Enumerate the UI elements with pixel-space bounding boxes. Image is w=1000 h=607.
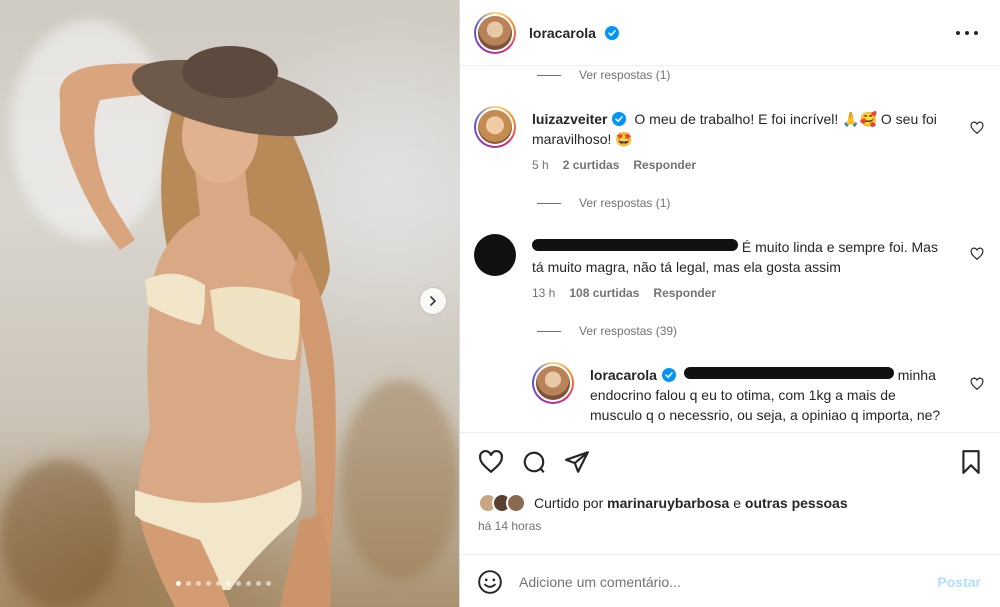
carousel-dot [196,581,201,586]
add-comment-bar: Postar [460,554,1000,607]
liked-by: Curtido por marinaruybarbosa e outras pe… [478,493,848,513]
view-replies-button[interactable]: Ver respostas (1) [537,68,670,82]
post-photo[interactable] [0,0,459,607]
comments-list[interactable]: Ver respostas (1) luizazveiter O meu de … [460,66,1000,432]
liked-by-user[interactable]: marinaruybarbosa [607,495,729,511]
comment-text: luizazveiter O meu de trabalho! E foi in… [532,109,946,149]
comment-time: 13 h [532,286,556,300]
commenter-avatar[interactable] [474,106,516,148]
commenter-avatar[interactable] [474,234,516,276]
reply-item: loracarola minha endocrino falou q eu to… [532,362,986,432]
heart-icon[interactable] [970,247,984,261]
comment-likes[interactable]: 2 curtidas [563,158,620,172]
post-timestamp[interactable]: há 14 horas [478,519,541,533]
carousel-dot [226,581,231,586]
carousel-dot [236,581,241,586]
reply-button[interactable]: Responder [653,286,716,300]
commenter-username[interactable]: loracarola [590,367,676,383]
view-replies-button[interactable]: Ver respostas (1) [537,196,670,210]
author-avatar[interactable] [474,11,516,54]
carousel-dot [176,581,181,586]
liked-by-avatars[interactable] [478,493,526,513]
view-replies-button[interactable]: Ver respostas (39) [537,324,677,338]
comment-item: luizazveiter O meu de trabalho! E foi in… [474,106,986,196]
redacted-mention [683,367,894,379]
more-icon [956,31,960,35]
carousel-next-button[interactable] [420,288,446,314]
comment-meta: 13 h 108 curtidas Responder [532,286,716,300]
comment-item: É muito linda e sempre foi. Mas tá muito… [474,234,986,314]
verified-badge-icon [661,368,676,382]
carousel-dot [246,581,251,586]
redacted-username [532,239,738,251]
carousel-dot [266,581,271,586]
comment-meta: 5 h 2 curtidas Responder [532,158,696,172]
woman-figure [59,46,338,607]
liked-by-and: e [733,495,742,511]
commenter-avatar[interactable] [532,362,574,404]
carousel-dot [186,581,191,586]
heart-icon[interactable] [970,377,984,391]
emoji-icon[interactable] [477,569,503,595]
share-icon[interactable] [564,449,590,475]
more-options-button[interactable] [956,24,978,42]
carousel-dot [206,581,211,586]
verified-badge-icon [612,112,627,126]
post-side-panel: loracarola Ver respostas (1) luizazveite… [459,0,1000,607]
heart-icon[interactable] [970,121,984,135]
carousel-dot [216,581,221,586]
reply-button[interactable]: Responder [633,158,696,172]
comment-input[interactable] [519,573,899,590]
carousel-dots [176,581,271,586]
comment-likes[interactable]: 108 curtidas [569,286,639,300]
chevron-right-icon [430,296,437,306]
comment-text: É muito linda e sempre foi. Mas tá muito… [532,237,946,277]
comment-icon[interactable] [521,449,547,475]
verified-badge-icon [604,25,619,40]
carousel-dot [256,581,261,586]
post-comment-button[interactable]: Postar [937,574,981,590]
commenter-username[interactable]: luizazveiter [532,111,627,127]
like-icon[interactable] [478,449,504,475]
liked-by-prefix: Curtido por [534,495,604,511]
liked-by-others[interactable]: outras pessoas [745,495,848,511]
author-username-text: loracarola [529,24,596,41]
post-header: loracarola [460,0,1000,66]
comment-time: 5 h [532,158,549,172]
save-bookmark-icon[interactable] [958,449,984,475]
post-actions: Curtido por marinaruybarbosa e outras pe… [460,432,1000,607]
comment-text: loracarola minha endocrino falou q eu to… [590,365,946,425]
author-username[interactable]: loracarola [529,25,619,41]
